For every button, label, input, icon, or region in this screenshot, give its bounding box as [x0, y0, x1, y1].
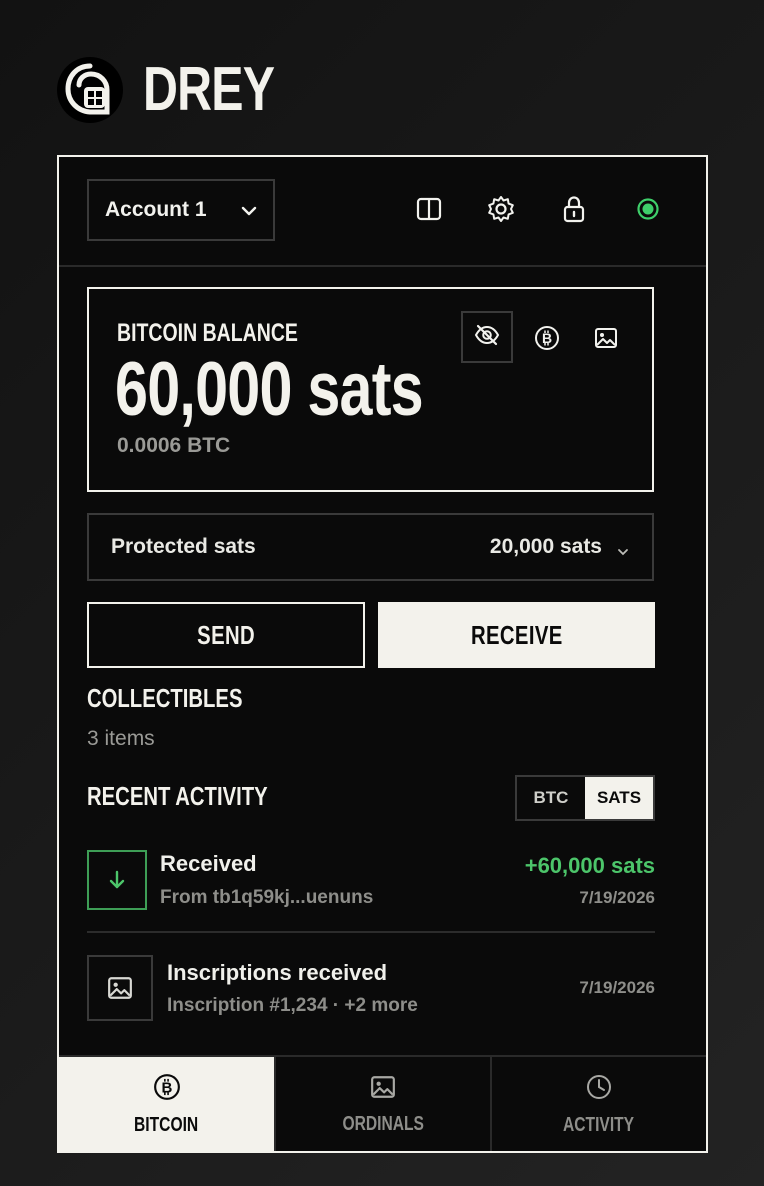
- clock-icon: [585, 1073, 613, 1106]
- activity-date: 7/19/2026: [579, 978, 655, 997]
- bitcoin-icon[interactable]: B: [534, 325, 560, 351]
- chevron-down-icon: [616, 545, 630, 564]
- protected-value: 20,000 sats: [489, 535, 602, 558]
- unit-toggle: BTC SATS: [515, 775, 655, 821]
- activity-amount: +60,000 sats: [524, 853, 655, 878]
- tab-ordinals[interactable]: ORDINALS: [274, 1057, 490, 1151]
- brand: DREY: [57, 56, 311, 124]
- brand-name: DREY: [143, 55, 275, 124]
- activity-title: Received: [160, 851, 257, 876]
- activity-date: 7/19/2026: [579, 888, 655, 907]
- tab-label: BITCOIN: [134, 1114, 199, 1136]
- protected-label: Protected sats: [111, 535, 256, 558]
- top-bar: Account 1: [59, 157, 706, 267]
- gear-icon[interactable]: [485, 193, 517, 225]
- image-icon: [370, 1074, 396, 1105]
- account-selector[interactable]: Account 1: [87, 179, 275, 241]
- activity-divider: [87, 931, 655, 933]
- receive-button[interactable]: RECEIVE: [378, 602, 655, 668]
- wallet-panel: Account 1 BITCOIN BALANCE 60,000 sats 0.…: [57, 155, 708, 1153]
- bird-logo-icon: [57, 57, 123, 123]
- collectibles-count: 3 items: [87, 727, 155, 750]
- svg-text:B: B: [542, 330, 552, 346]
- activity-subtitle: Inscription #1,234 · +2 more: [167, 995, 418, 1016]
- sidebar-icon[interactable]: [413, 193, 445, 225]
- chevron-down-icon: [239, 201, 259, 226]
- protected-sats-row[interactable]: Protected sats 20,000 sats: [87, 513, 654, 581]
- svg-text:B: B: [161, 1079, 172, 1096]
- hide-balance-button[interactable]: [461, 311, 513, 363]
- collectibles-title[interactable]: COLLECTIBLES: [87, 683, 242, 714]
- image-icon: [87, 955, 153, 1021]
- arrow-down-icon: [87, 850, 147, 910]
- status-dot-icon: [632, 193, 664, 225]
- bitcoin-icon: B: [153, 1073, 181, 1106]
- tab-activity[interactable]: ACTIVITY: [490, 1057, 706, 1151]
- toggle-btc[interactable]: BTC: [517, 777, 585, 819]
- bottom-nav: B BITCOIN ORDINALS ACTIVITY: [59, 1055, 706, 1151]
- tab-label: ORDINALS: [342, 1113, 424, 1135]
- balance-amount: 60,000 sats: [115, 347, 424, 432]
- balance-label: BITCOIN BALANCE: [117, 319, 298, 347]
- account-label: Account 1: [105, 198, 207, 221]
- tab-label: ACTIVITY: [563, 1114, 635, 1136]
- balance-card: BITCOIN BALANCE 60,000 sats 0.0006 BTC B: [87, 287, 654, 492]
- lock-icon[interactable]: [558, 193, 590, 225]
- image-icon[interactable]: [593, 325, 619, 351]
- activity-title: Inscriptions received: [167, 960, 388, 985]
- toggle-sats[interactable]: SATS: [585, 777, 653, 819]
- tab-bitcoin[interactable]: B BITCOIN: [59, 1057, 274, 1151]
- eye-off-icon: [472, 320, 502, 355]
- send-button[interactable]: SEND: [87, 602, 365, 668]
- receive-label: RECEIVE: [470, 619, 563, 650]
- recent-activity-title: RECENT ACTIVITY: [87, 781, 268, 811]
- send-label: SEND: [197, 619, 255, 650]
- balance-btc: 0.0006 BTC: [117, 434, 231, 457]
- activity-subtitle: From tb1q59kj...uenuns: [160, 887, 374, 908]
